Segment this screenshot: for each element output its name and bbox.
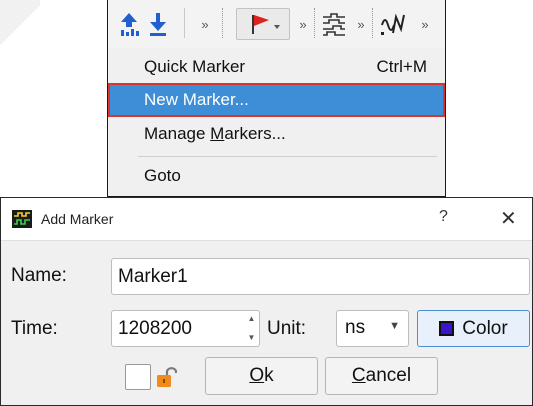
name-label: Name: <box>11 265 67 286</box>
toolbar-overflow-icon[interactable]: » <box>416 8 432 40</box>
menu-item-goto[interactable]: Goto <box>108 159 445 192</box>
toolbar-overflow-icon[interactable]: » <box>196 8 212 40</box>
unit-select[interactable]: ns ▼ <box>336 310 409 347</box>
flag-marker-dropdown[interactable] <box>236 8 290 40</box>
app-waveform-icon <box>12 210 32 233</box>
time-input[interactable] <box>111 310 260 347</box>
ok-button[interactable]: Ok <box>205 357 318 395</box>
menu-item-shortcut: Ctrl+M <box>376 57 427 76</box>
menu-items: Quick Marker Ctrl+M New Marker... Manage… <box>108 48 445 192</box>
color-button[interactable]: Color <box>417 310 530 347</box>
unit-select-value: ns <box>345 317 366 338</box>
unlock-icon <box>155 365 178 394</box>
menu-item-label: Manage Markers... <box>144 124 286 143</box>
cancel-button[interactable]: Cancel <box>325 357 438 395</box>
menu-item-new-marker[interactable]: New Marker... <box>108 83 445 117</box>
unit-label: Unit: <box>267 318 307 339</box>
toolbar-separator <box>184 8 185 38</box>
menu-item-manage-markers[interactable]: Manage Markers... <box>108 117 445 150</box>
toolbar-overflow-icon[interactable]: » <box>294 8 310 40</box>
time-spinbox[interactable]: ▲▼ <box>111 310 260 347</box>
dialog-titlebar: Add Marker ? ✕ <box>1 198 532 241</box>
marker-menu: » » » » Quick Marker Ctrl+M New Marker..… <box>107 0 446 197</box>
chevron-down-icon: ▼ <box>389 320 400 332</box>
close-button[interactable]: ✕ <box>500 206 517 231</box>
background-decoration <box>0 0 40 60</box>
name-input[interactable] <box>111 258 530 295</box>
toolbar-overflow-icon[interactable]: » <box>352 8 368 40</box>
menu-item-quick-marker[interactable]: Quick Marker Ctrl+M <box>108 50 445 83</box>
dialog-title: Add Marker <box>41 211 114 227</box>
color-button-label: Color <box>462 317 508 339</box>
move-up-icon[interactable] <box>116 8 142 40</box>
color-swatch <box>439 321 455 336</box>
toolbar-separator <box>314 8 315 38</box>
ok-button-label: Ok <box>249 365 274 386</box>
menu-item-label: New Marker... <box>144 90 249 109</box>
cancel-button-label: Cancel <box>351 365 412 386</box>
toolbar-separator <box>372 8 373 38</box>
menu-separator <box>138 156 437 157</box>
time-label: Time: <box>11 318 58 339</box>
move-down-icon[interactable] <box>146 8 170 40</box>
signal-icon[interactable] <box>320 8 348 40</box>
menu-toolbar: » » » » <box>108 0 445 48</box>
wave-icon[interactable] <box>378 8 412 40</box>
menu-item-label: Goto <box>144 166 181 185</box>
lock-checkbox[interactable] <box>125 364 151 390</box>
toolbar-separator <box>222 8 223 38</box>
spin-arrows-icon[interactable]: ▲ ▼ <box>246 314 257 342</box>
help-button[interactable]: ? <box>439 208 448 226</box>
add-marker-dialog: Add Marker ? ✕ Name: Time: ▲▼ Unit: ns ▼… <box>0 197 533 406</box>
menu-item-label: Quick Marker <box>144 57 246 76</box>
